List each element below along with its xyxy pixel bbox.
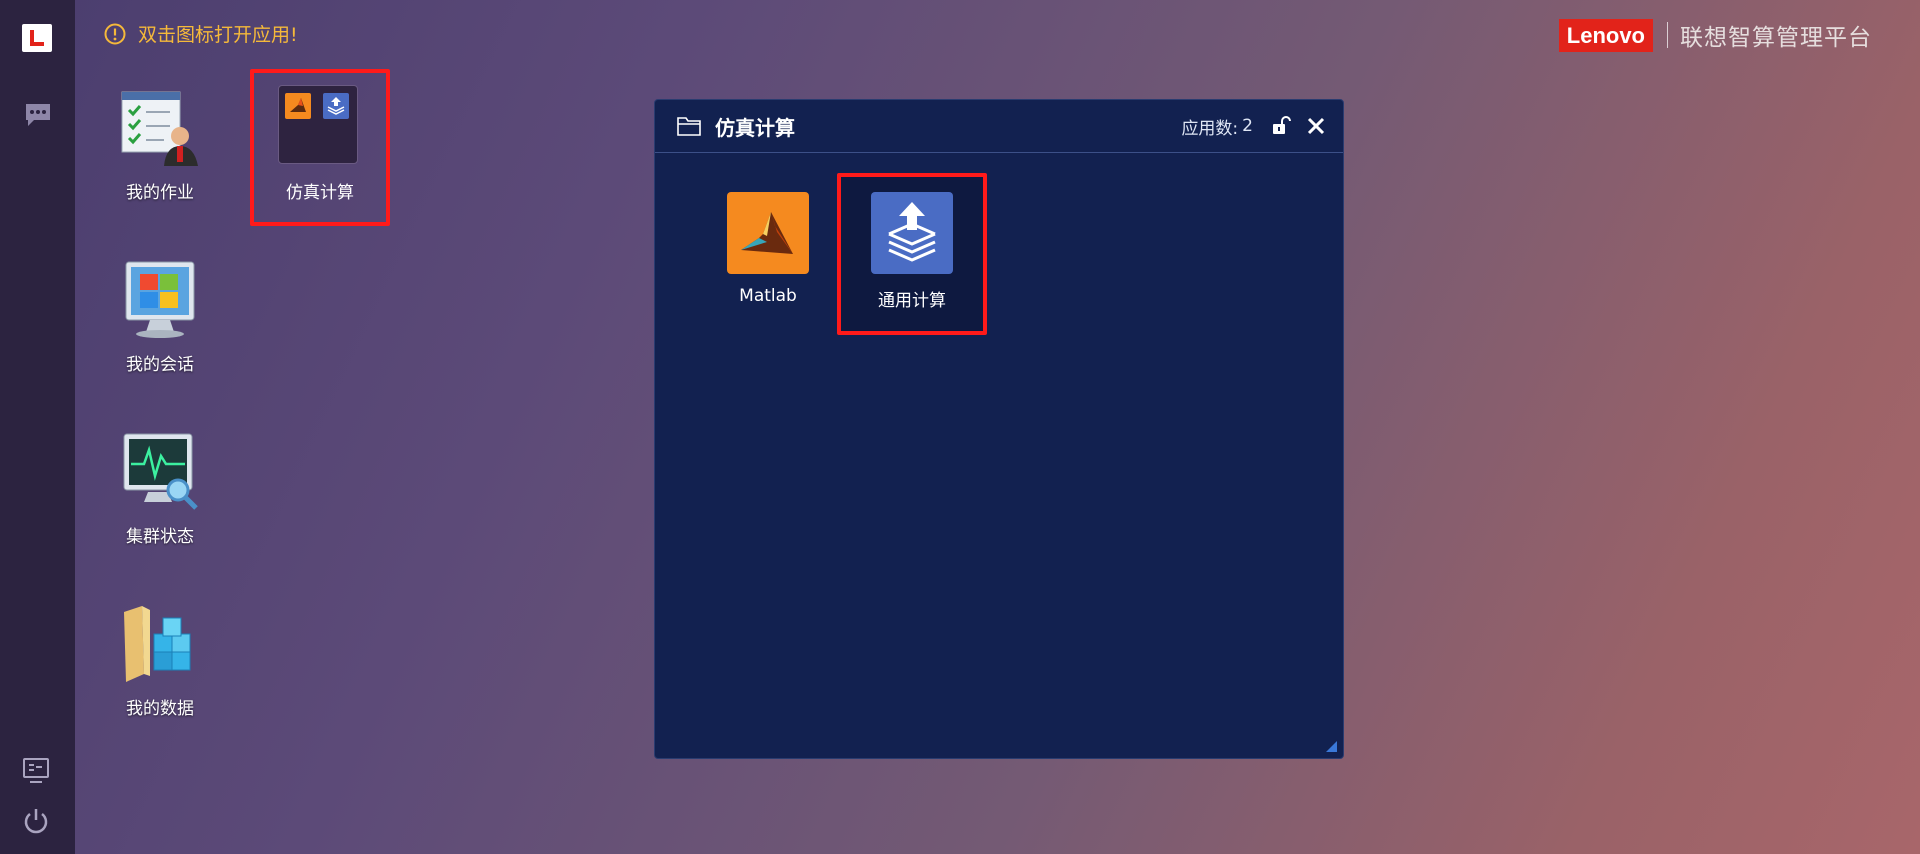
matlab-mini-icon (285, 93, 311, 119)
platform-name: 联想智算管理平台 (1680, 25, 1872, 51)
desktop-icon-my-sessions[interactable]: 我的会话 (90, 260, 230, 375)
app-matlab-label: Matlab (739, 286, 797, 306)
app-count-label: 应用数: (1181, 118, 1239, 139)
resize-handle[interactable] (1326, 741, 1337, 752)
app-group-label: 仿真计算 (286, 183, 354, 203)
brand-divider (1667, 22, 1668, 48)
cluster-status-label: 集群状态 (126, 527, 194, 547)
chat-icon[interactable] (24, 102, 52, 132)
upload-stack-icon (871, 192, 953, 274)
brand: Lenovo 联想智算管理平台 (1558, 18, 1872, 52)
folder-panel-title: 仿真计算 (715, 115, 795, 140)
lock-icon[interactable] (1271, 116, 1291, 136)
app-group-icon[interactable] (278, 85, 358, 164)
app-count: 2 (1242, 116, 1253, 136)
power-icon[interactable] (22, 807, 50, 839)
notice-bar: 双击图标打开应用! (104, 20, 298, 47)
my-jobs-label: 我的作业 (126, 183, 194, 203)
my-sessions-icon (120, 260, 200, 340)
lenovo-logo: Lenovo (1558, 18, 1653, 52)
app-general-compute[interactable]: 通用计算 (842, 192, 982, 311)
lenovo-logo-icon[interactable] (22, 24, 52, 52)
folder-panel-header: 仿真计算 应用数: 2 (655, 100, 1343, 153)
my-sessions-label: 我的会话 (126, 355, 194, 375)
close-icon[interactable] (1307, 117, 1325, 135)
folder-icon (677, 117, 701, 136)
cluster-status-icon (120, 432, 200, 512)
desktop-icon-cluster-status[interactable]: 集群状态 (90, 432, 230, 547)
my-data-label: 我的数据 (126, 699, 194, 719)
exclamation-circle-icon (104, 23, 126, 44)
desktop-icon-my-data[interactable]: 我的数据 (90, 604, 230, 719)
matlab-icon (727, 192, 809, 274)
monitor-icon[interactable] (22, 757, 50, 789)
app-general-compute-label: 通用计算 (878, 291, 946, 311)
notice-text: 双击图标打开应用! (138, 24, 298, 46)
desktop-icon-my-jobs[interactable]: 我的作业 (90, 88, 230, 203)
my-jobs-icon (120, 88, 200, 168)
folder-panel: 仿真计算 应用数: 2 Matlab 通用计算 (654, 99, 1344, 759)
app-matlab[interactable]: Matlab (698, 192, 838, 306)
upload-stack-mini-icon (323, 93, 349, 119)
sidebar (0, 0, 75, 854)
my-data-icon (120, 604, 200, 684)
